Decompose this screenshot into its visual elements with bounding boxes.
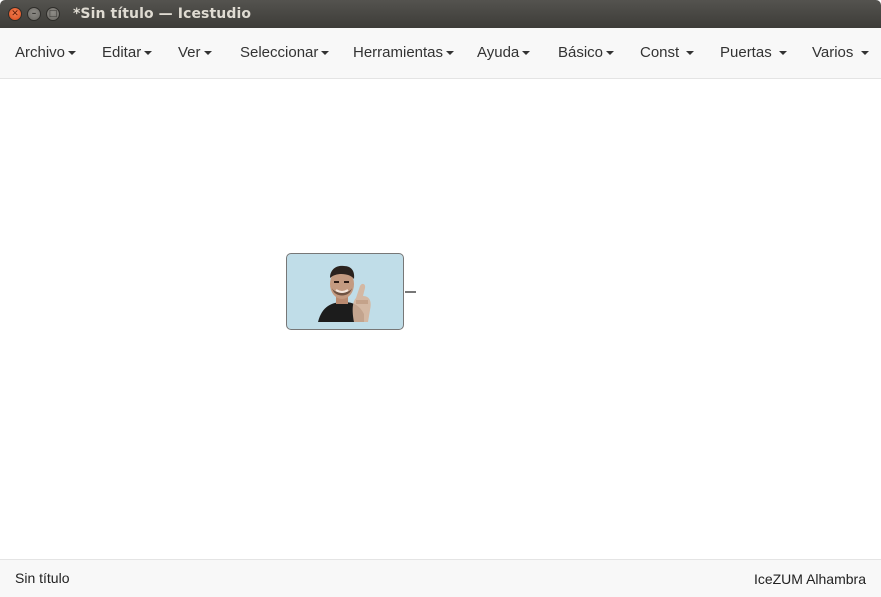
- menu-label: Seleccionar: [240, 44, 319, 61]
- status-board[interactable]: IceZUM Alhambra: [754, 571, 866, 587]
- menu-ayuda[interactable]: Ayuda: [477, 28, 531, 78]
- caret-down-icon: [446, 51, 455, 56]
- caret-down-icon: [144, 51, 153, 56]
- menu-const[interactable]: Const: [640, 28, 695, 78]
- menu-label: Archivo: [15, 44, 66, 61]
- menu-label: Varios: [812, 44, 854, 61]
- menu-seleccionar[interactable]: Seleccionar: [240, 28, 330, 78]
- window-title: *Sin título — Icestudio: [73, 6, 252, 22]
- status-filename: Sin título: [15, 570, 70, 586]
- close-window-button[interactable]: ✕: [8, 7, 22, 21]
- image-block[interactable]: [286, 253, 404, 330]
- menu-ver[interactable]: Ver: [178, 28, 212, 78]
- menubar: Archivo Editar Ver Seleccionar Herramien…: [0, 28, 881, 79]
- caret-down-icon: [203, 51, 212, 56]
- menu-basico[interactable]: Básico: [558, 28, 615, 78]
- menu-label: Editar: [102, 44, 142, 61]
- menu-varios[interactable]: Varios: [812, 28, 869, 78]
- caret-down-icon: [686, 51, 695, 56]
- caret-down-icon: [68, 51, 77, 56]
- menu-label: Ver: [178, 44, 201, 61]
- menu-label: Ayuda: [477, 44, 520, 61]
- menu-editar[interactable]: Editar: [102, 28, 153, 78]
- menu-label: Const: [640, 44, 680, 61]
- caret-down-icon: [321, 51, 330, 56]
- caret-down-icon: [606, 51, 615, 56]
- design-canvas[interactable]: [0, 79, 881, 559]
- minimize-window-button[interactable]: –: [27, 7, 41, 21]
- menu-label: Puertas: [720, 44, 772, 61]
- statusbar: Sin título IceZUM Alhambra: [0, 559, 881, 597]
- menu-label: Básico: [558, 44, 604, 61]
- caret-down-icon: [778, 51, 787, 56]
- caret-down-icon: [522, 51, 531, 56]
- menu-puertas[interactable]: Puertas: [720, 28, 787, 78]
- menu-archivo[interactable]: Archivo: [15, 28, 77, 78]
- output-port[interactable]: [405, 291, 416, 293]
- window-titlebar: ✕ – □ *Sin título — Icestudio: [0, 0, 881, 28]
- menu-label: Herramientas: [353, 44, 444, 61]
- person-photo-icon: [318, 265, 371, 322]
- menu-herramientas[interactable]: Herramientas: [353, 28, 455, 78]
- caret-down-icon: [860, 51, 869, 56]
- maximize-window-button[interactable]: □: [46, 7, 60, 21]
